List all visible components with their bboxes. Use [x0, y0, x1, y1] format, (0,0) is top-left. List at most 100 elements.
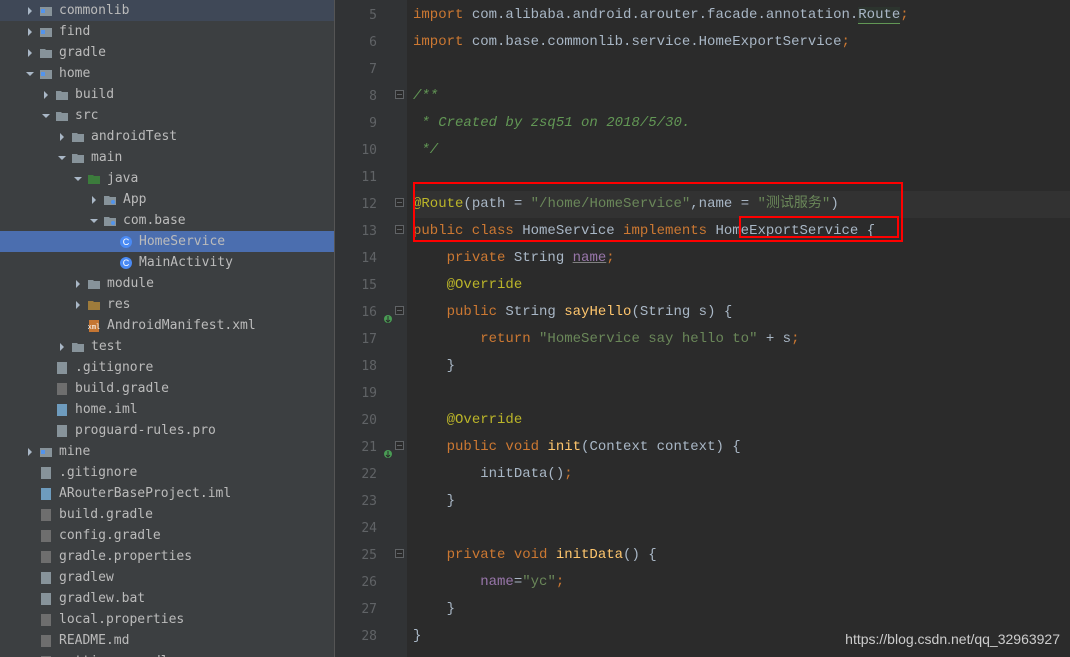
- expand-arrow-icon[interactable]: [72, 320, 84, 332]
- code-line[interactable]: /**: [413, 83, 1070, 110]
- tree-item[interactable]: main: [0, 147, 334, 168]
- tree-item[interactable]: App: [0, 189, 334, 210]
- code-line[interactable]: @Override: [413, 272, 1070, 299]
- code-line[interactable]: * Created by zsq51 on 2018/5/30.: [413, 110, 1070, 137]
- fold-toggle-icon[interactable]: [395, 225, 404, 234]
- fold-toggle-icon[interactable]: [395, 306, 404, 315]
- code-line[interactable]: private void initData() {: [413, 542, 1070, 569]
- code-line[interactable]: @Route(path = "/home/HomeService",name =…: [413, 191, 1070, 218]
- expand-arrow-icon[interactable]: [40, 89, 52, 101]
- expand-arrow-icon[interactable]: [24, 530, 36, 542]
- fold-toggle-icon[interactable]: [395, 549, 404, 558]
- expand-arrow-icon[interactable]: [24, 47, 36, 59]
- expand-arrow-icon[interactable]: [104, 236, 116, 248]
- code-line[interactable]: @Override: [413, 407, 1070, 434]
- expand-arrow-icon[interactable]: [72, 173, 84, 185]
- fold-toggle-icon[interactable]: [395, 441, 404, 450]
- code-line[interactable]: [413, 515, 1070, 542]
- tree-item[interactable]: build.gradle: [0, 378, 334, 399]
- fold-toggle-icon[interactable]: [395, 90, 404, 99]
- tree-item[interactable]: ARouterBaseProject.iml: [0, 483, 334, 504]
- fold-toggle-icon[interactable]: [395, 198, 404, 207]
- tree-item[interactable]: androidTest: [0, 126, 334, 147]
- code-line[interactable]: import com.alibaba.android.arouter.facad…: [413, 2, 1070, 29]
- code-area[interactable]: import com.alibaba.android.arouter.facad…: [407, 0, 1070, 657]
- expand-arrow-icon[interactable]: [88, 215, 100, 227]
- tree-item[interactable]: module: [0, 273, 334, 294]
- expand-arrow-icon[interactable]: [24, 488, 36, 500]
- code-line[interactable]: */: [413, 137, 1070, 164]
- tree-item[interactable]: .gitignore: [0, 462, 334, 483]
- expand-arrow-icon[interactable]: [72, 299, 84, 311]
- tree-item[interactable]: xmlAndroidManifest.xml: [0, 315, 334, 336]
- code-line[interactable]: }: [413, 488, 1070, 515]
- tree-item[interactable]: build: [0, 84, 334, 105]
- tree-item[interactable]: commonlib: [0, 0, 334, 21]
- expand-arrow-icon[interactable]: [40, 404, 52, 416]
- override-marker-icon[interactable]: [383, 307, 393, 317]
- code-line[interactable]: name="yc";: [413, 569, 1070, 596]
- tree-item[interactable]: find: [0, 21, 334, 42]
- tree-item[interactable]: home.iml: [0, 399, 334, 420]
- tree-item[interactable]: test: [0, 336, 334, 357]
- tree-item[interactable]: src: [0, 105, 334, 126]
- expand-arrow-icon[interactable]: [56, 152, 68, 164]
- tree-item[interactable]: proguard-rules.pro: [0, 420, 334, 441]
- tree-item[interactable]: com.base: [0, 210, 334, 231]
- tree-item[interactable]: CMainActivity: [0, 252, 334, 273]
- tree-item[interactable]: java: [0, 168, 334, 189]
- expand-arrow-icon[interactable]: [40, 425, 52, 437]
- tree-item[interactable]: build.gradle: [0, 504, 334, 525]
- code-line[interactable]: private String name;: [413, 245, 1070, 272]
- code-editor[interactable]: 5678910111213141516171819202122232425262…: [335, 0, 1070, 657]
- expand-arrow-icon[interactable]: [24, 635, 36, 647]
- tree-item[interactable]: mine: [0, 441, 334, 462]
- tree-item[interactable]: README.md: [0, 630, 334, 651]
- expand-arrow-icon[interactable]: [24, 593, 36, 605]
- expand-arrow-icon[interactable]: [24, 467, 36, 479]
- code-line[interactable]: }: [413, 353, 1070, 380]
- tree-item[interactable]: gradlew.bat: [0, 588, 334, 609]
- tree-item[interactable]: res: [0, 294, 334, 315]
- expand-arrow-icon[interactable]: [24, 509, 36, 521]
- tree-item[interactable]: gradle.properties: [0, 546, 334, 567]
- tree-label: test: [91, 339, 122, 354]
- watermark: https://blog.csdn.net/qq_32963927: [845, 631, 1060, 647]
- tree-item[interactable]: config.gradle: [0, 525, 334, 546]
- code-line[interactable]: [413, 56, 1070, 83]
- expand-arrow-icon[interactable]: [56, 131, 68, 143]
- tree-item[interactable]: gradle: [0, 42, 334, 63]
- expand-arrow-icon[interactable]: [24, 68, 36, 80]
- code-line[interactable]: [413, 164, 1070, 191]
- expand-arrow-icon[interactable]: [24, 26, 36, 38]
- expand-arrow-icon[interactable]: [24, 446, 36, 458]
- code-line[interactable]: public String sayHello(String s) {: [413, 299, 1070, 326]
- expand-arrow-icon[interactable]: [56, 341, 68, 353]
- tree-item[interactable]: home: [0, 63, 334, 84]
- module-icon: [38, 444, 54, 460]
- code-line[interactable]: import com.base.commonlib.service.HomeEx…: [413, 29, 1070, 56]
- expand-arrow-icon[interactable]: [40, 362, 52, 374]
- expand-arrow-icon[interactable]: [24, 5, 36, 17]
- tree-item[interactable]: local.properties: [0, 609, 334, 630]
- tree-item[interactable]: gradlew: [0, 567, 334, 588]
- code-line[interactable]: }: [413, 596, 1070, 623]
- expand-arrow-icon[interactable]: [40, 383, 52, 395]
- code-line[interactable]: public class HomeService implements Home…: [413, 218, 1070, 245]
- expand-arrow-icon[interactable]: [88, 194, 100, 206]
- expand-arrow-icon[interactable]: [24, 572, 36, 584]
- override-marker-icon[interactable]: [383, 442, 393, 452]
- code-line[interactable]: public void init(Context context) {: [413, 434, 1070, 461]
- tree-item[interactable]: CHomeService: [0, 231, 334, 252]
- expand-arrow-icon[interactable]: [104, 257, 116, 269]
- code-line[interactable]: return "HomeService say hello to" + s;: [413, 326, 1070, 353]
- expand-arrow-icon[interactable]: [24, 551, 36, 563]
- code-line[interactable]: [413, 380, 1070, 407]
- code-line[interactable]: initData();: [413, 461, 1070, 488]
- project-tree[interactable]: commonlibfindgradlehomebuildsrcandroidTe…: [0, 0, 335, 657]
- tree-item[interactable]: settings.gradle: [0, 651, 334, 657]
- expand-arrow-icon[interactable]: [72, 278, 84, 290]
- expand-arrow-icon[interactable]: [40, 110, 52, 122]
- tree-item[interactable]: .gitignore: [0, 357, 334, 378]
- expand-arrow-icon[interactable]: [24, 614, 36, 626]
